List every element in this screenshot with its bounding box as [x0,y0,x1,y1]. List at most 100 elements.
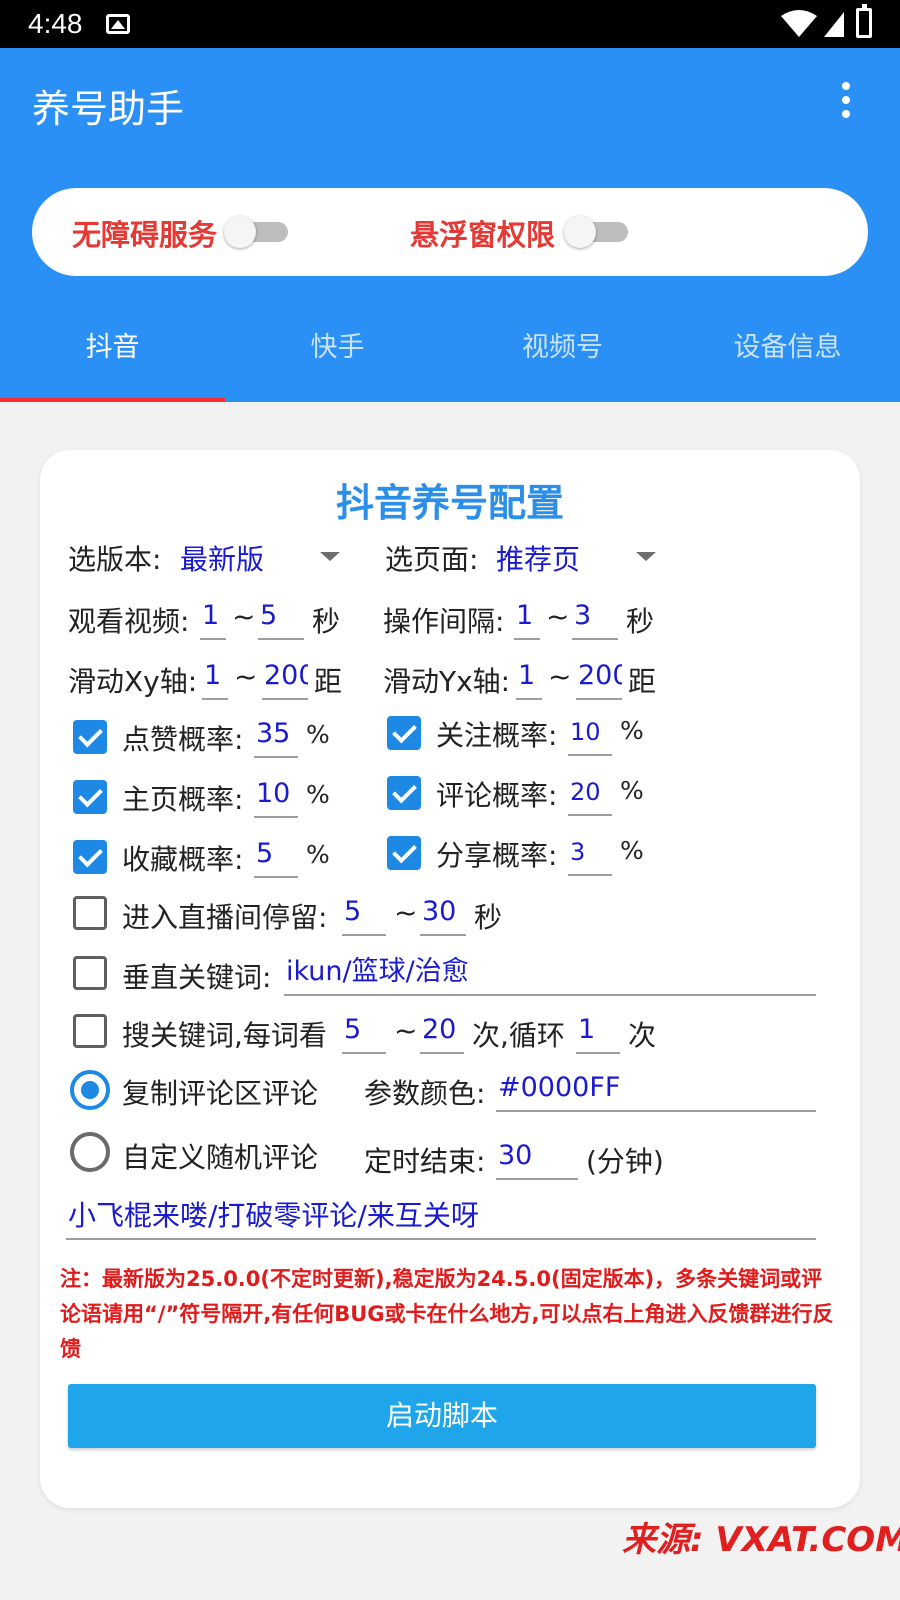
follow-checkbox[interactable] [387,716,421,750]
more-vert-icon[interactable] [834,82,858,122]
vertical-keyword-checkbox[interactable] [73,956,107,990]
search-loop-input[interactable]: 1 [576,1010,620,1054]
unit-percent: % [620,716,644,745]
follow-label: 关注概率: [436,719,558,752]
live-max-input[interactable]: 30 [420,892,466,936]
version-select[interactable]: 最新版 [180,538,264,578]
vertical-keyword-label: 垂直关键词: [122,961,272,994]
share-input[interactable]: 3 [568,832,612,876]
copy-comment-radio[interactable] [70,1070,110,1110]
timer-input[interactable]: 30 [496,1136,578,1180]
dropdown-caret-icon[interactable] [636,552,656,561]
unit-percent: % [306,720,330,749]
overlay-permission-label: 悬浮窗权限 [410,218,556,252]
start-script-button[interactable]: 启动脚本 [68,1384,816,1448]
tab-kuaishou[interactable]: 快手 [225,306,450,402]
search-min-input[interactable]: 5 [342,1010,386,1054]
version-label: 选版本: [68,543,162,576]
favorite-input[interactable]: 5 [254,834,298,878]
unit-percent: % [620,776,644,805]
swipe-xy-min-input[interactable]: 1 [202,656,228,700]
timer-label: 定时结束: [364,1145,486,1178]
copy-comment-label: 复制评论区评论 [122,1077,319,1110]
like-checkbox[interactable] [73,720,107,754]
tab-indicator [0,398,225,402]
dropdown-caret-icon[interactable] [320,552,340,561]
unit-seconds: 秒 [626,605,655,638]
app-title: 养号助手 [32,87,185,131]
page-label: 选页面: [385,543,479,576]
swipe-xy-max-input[interactable]: 200 [262,656,308,700]
unit-seconds: 秒 [474,901,503,934]
accessibility-service-toggle[interactable] [224,216,288,248]
search-loop-label: 次,循环 [472,1019,565,1052]
tilde: ~ [234,660,258,693]
platform-tabs: 抖音 快手 视频号 设备信息 [0,306,900,402]
unit-percent: % [620,836,644,865]
custom-comment-label: 自定义随机评论 [122,1141,319,1174]
tilde: ~ [232,600,256,633]
unit-percent: % [306,840,330,869]
share-label: 分享概率: [436,839,558,872]
status-bar: 4:48 [0,0,900,48]
status-time: 4:48 [28,8,83,39]
tab-channels[interactable]: 视频号 [450,306,675,402]
vertical-keyword-input[interactable]: ikun/篮球/治愈 [284,952,816,996]
custom-comment-radio[interactable] [70,1132,110,1172]
accessibility-service-label: 无障碍服务 [72,218,218,252]
tab-device-info[interactable]: 设备信息 [675,306,900,402]
homepage-checkbox[interactable] [73,780,107,814]
image-icon [106,14,130,34]
unit-seconds: 秒 [312,605,341,638]
live-min-input[interactable]: 5 [342,892,386,936]
homepage-input[interactable]: 10 [254,774,298,818]
swipe-yx-label: 滑动Yx轴: [383,665,511,698]
tilde: ~ [548,660,572,693]
swipe-yx-min-input[interactable]: 1 [516,656,542,700]
unit-distance: 距 [628,665,657,698]
interval-max-input[interactable]: 3 [572,596,618,640]
config-title: 抖音养号配置 [335,481,564,525]
swipe-yx-max-input[interactable]: 200 [576,656,622,700]
tilde: ~ [546,600,570,633]
follow-input[interactable]: 10 [568,712,612,756]
tab-douyin[interactable]: 抖音 [0,306,225,402]
note-text: 注：最新版为25.0.0(不定时更新),稳定版为24.5.0(固定版本)，多条关… [60,1267,834,1361]
comment-input[interactable]: 20 [568,772,612,816]
timer-unit: (分钟) [586,1145,664,1178]
like-input[interactable]: 35 [254,714,298,758]
interval-min-input[interactable]: 1 [514,596,540,640]
unit-times: 次 [628,1019,657,1052]
overlay-permission-toggle[interactable] [564,216,628,248]
swipe-xy-label: 滑动Xy轴: [68,665,198,698]
comment-label: 评论概率: [436,779,558,812]
signal-icon [824,12,844,37]
watermark: 来源: VXAT.COM [622,1520,900,1560]
param-color-label: 参数颜色: [364,1077,486,1110]
homepage-label: 主页概率: [122,783,244,816]
tilde: ~ [394,896,418,929]
live-checkbox[interactable] [73,896,107,930]
unit-distance: 距 [314,665,343,698]
search-keyword-label: 搜关键词,每词看 [122,1019,327,1052]
comment-checkbox[interactable] [387,776,421,810]
share-checkbox[interactable] [387,836,421,870]
search-keyword-checkbox[interactable] [73,1014,107,1048]
like-label: 点赞概率: [122,723,244,756]
permission-card: 无障碍服务 悬浮窗权限 [32,188,868,276]
wifi-icon [781,10,817,37]
unit-percent: % [306,780,330,809]
config-card: 抖音养号配置 选版本: 最新版 选页面: 推荐页 观看视频: 1 ~ 5 秒 操… [40,450,860,1508]
watch-min-input[interactable]: 1 [200,596,226,640]
live-label: 进入直播间停留: [122,901,328,934]
battery-icon [856,4,872,38]
watch-label: 观看视频: [68,605,190,638]
comments-input[interactable]: 小飞棍来喽/打破零评论/来互关呀 [66,1196,816,1240]
watch-max-input[interactable]: 5 [258,596,304,640]
tilde: ~ [394,1014,418,1047]
param-color-input[interactable]: #0000FF [496,1068,816,1112]
interval-label: 操作间隔: [383,605,505,638]
page-select[interactable]: 推荐页 [496,538,580,578]
search-max-input[interactable]: 20 [420,1010,464,1054]
favorite-checkbox[interactable] [73,840,107,874]
